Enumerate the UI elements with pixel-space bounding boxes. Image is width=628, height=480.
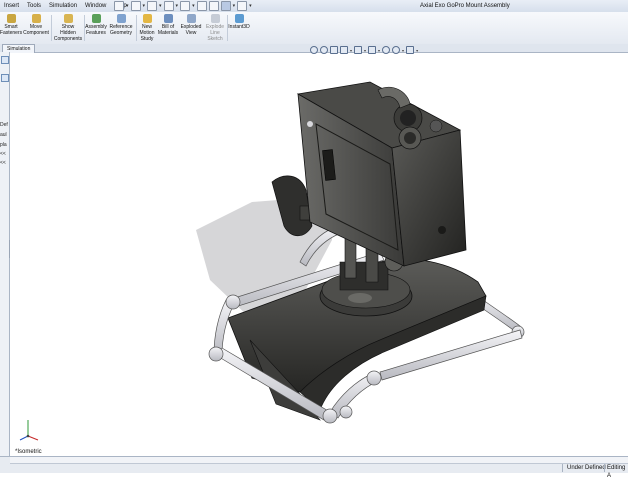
status-definition: Under Defined [567,465,606,471]
model-render[interactable] [0,0,628,472]
status-divider [562,464,563,472]
view-orientation-label: *Isometric [15,449,42,455]
horizontal-scrollbar[interactable] [10,457,628,464]
status-divider [604,464,605,472]
status-bar: Under Defined Editing A [0,456,628,479]
status-mode: Editing A [607,465,626,479]
reference-triad [19,420,39,441]
